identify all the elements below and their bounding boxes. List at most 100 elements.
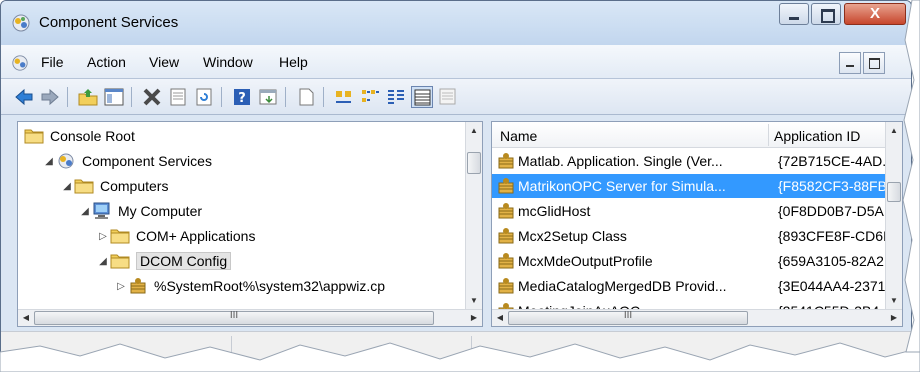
dcom-app-icon bbox=[496, 252, 514, 270]
small-icons-icon[interactable] bbox=[359, 86, 381, 108]
status-divider bbox=[471, 336, 472, 366]
list-item[interactable]: MediaCatalogMergedDB Provid... {3E044AA4-… bbox=[492, 274, 885, 298]
dcom-app-icon bbox=[496, 202, 514, 220]
console-tree-pane: Console Root ◢ Component Services ◢ Computer… bbox=[17, 121, 483, 327]
tree-item-label: Computers bbox=[100, 178, 169, 194]
list-item-name: Mcx2Setup Class bbox=[518, 228, 627, 244]
menu-action[interactable]: Action bbox=[87, 54, 126, 70]
expanded-arrow-icon[interactable]: ◢ bbox=[60, 181, 74, 192]
svg-text:?: ? bbox=[238, 91, 246, 106]
new-icon[interactable] bbox=[295, 86, 317, 108]
scroll-down-icon[interactable]: ▼ bbox=[466, 292, 482, 309]
result-list-pane: Name Application ID Matlab. Application.… bbox=[491, 121, 903, 327]
close-icon: X bbox=[869, 5, 880, 22]
refresh-icon[interactable] bbox=[193, 86, 215, 108]
list-item-application-id: {659A3105-82A2 bbox=[778, 253, 884, 269]
forward-arrow-icon[interactable] bbox=[39, 86, 61, 108]
expanded-arrow-icon[interactable]: ◢ bbox=[78, 206, 92, 217]
tree-vertical-scrollbar[interactable]: ▲ ▼ bbox=[465, 122, 482, 309]
system-menu-icon[interactable] bbox=[11, 54, 29, 72]
menu-file[interactable]: File bbox=[41, 54, 64, 70]
large-icons-icon[interactable] bbox=[333, 86, 355, 108]
column-divider[interactable] bbox=[768, 124, 769, 146]
list-item[interactable]: Mcx2Setup Class {893CFE8F-CD6I bbox=[492, 224, 885, 248]
folder-icon bbox=[74, 177, 94, 195]
scroll-thumb[interactable]: III bbox=[34, 310, 434, 325]
back-arrow-icon[interactable] bbox=[13, 86, 35, 108]
folder-icon bbox=[24, 127, 44, 145]
scroll-right-icon[interactable]: ▶ bbox=[886, 310, 902, 326]
expanded-arrow-icon[interactable]: ◢ bbox=[96, 256, 110, 267]
scroll-thumb-grip: III bbox=[623, 310, 633, 321]
tree-item-label: My Computer bbox=[118, 203, 203, 219]
column-header-name[interactable]: Name bbox=[500, 128, 537, 144]
delete-icon[interactable] bbox=[141, 86, 163, 108]
tree-item[interactable]: Console Root bbox=[24, 124, 135, 148]
scroll-up-icon[interactable]: ▲ bbox=[466, 122, 482, 139]
scroll-thumb[interactable] bbox=[467, 152, 481, 174]
collapsed-arrow-icon[interactable]: ▷ bbox=[96, 231, 110, 242]
tree-item[interactable]: ▷ COM+ Applications bbox=[96, 224, 255, 248]
column-header-application-id[interactable]: Application ID bbox=[774, 128, 860, 144]
collapsed-arrow-icon[interactable]: ▷ bbox=[114, 281, 128, 292]
scroll-right-icon[interactable]: ▶ bbox=[466, 310, 482, 326]
list-item-name: mcGlidHost bbox=[518, 203, 591, 219]
list-item-name: MediaCatalogMergedDB Provid... bbox=[518, 278, 727, 294]
detail-view-alt-icon[interactable] bbox=[437, 86, 459, 108]
tree-item-label: %SystemRoot%\system32\appwiz.cp bbox=[154, 278, 386, 294]
dcom-app-icon bbox=[496, 152, 514, 170]
list-item-application-id: {F8582CF3-88FB bbox=[778, 178, 885, 194]
tree-item[interactable]: ◢ DCOM Config bbox=[96, 249, 232, 273]
close-button[interactable]: X bbox=[844, 3, 906, 25]
status-bar bbox=[1, 331, 911, 367]
list-item-name: Matlab. Application. Single (Ver... bbox=[518, 153, 723, 169]
scroll-thumb[interactable] bbox=[887, 182, 901, 202]
expanded-arrow-icon[interactable]: ◢ bbox=[42, 156, 56, 167]
window-title: Component Services bbox=[39, 14, 179, 31]
list-item[interactable]: Matlab. Application. Single (Ver... {72B7… bbox=[492, 149, 885, 173]
mdi-restore-button[interactable] bbox=[863, 52, 885, 74]
tree-item-label: Console Root bbox=[50, 128, 135, 144]
tree-item[interactable]: ◢ Component Services bbox=[42, 149, 212, 173]
maximize-button[interactable] bbox=[811, 3, 841, 25]
scroll-thumb[interactable]: III bbox=[508, 310, 748, 325]
menu-help[interactable]: Help bbox=[279, 54, 308, 70]
minimize-button[interactable] bbox=[779, 3, 809, 25]
export-list-icon[interactable] bbox=[257, 86, 279, 108]
list-vertical-scrollbar[interactable]: ▲ ▼ bbox=[885, 122, 902, 309]
scroll-left-icon[interactable]: ◀ bbox=[492, 310, 508, 326]
toolbar-separator bbox=[67, 87, 68, 107]
tree-item[interactable]: ▷ %SystemRoot%\system32\appwiz.cp bbox=[114, 274, 385, 298]
list-item-application-id: {893CFE8F-CD6I bbox=[778, 228, 885, 244]
folder-icon bbox=[110, 227, 130, 245]
toolbar-separator bbox=[285, 87, 286, 107]
scroll-thumb-grip: III bbox=[229, 310, 239, 321]
up-folder-icon[interactable] bbox=[77, 86, 99, 108]
menu-view[interactable]: View bbox=[149, 54, 179, 70]
list-item[interactable]: McxMdeOutputProfile {659A3105-82A2 bbox=[492, 249, 885, 273]
scroll-left-icon[interactable]: ◀ bbox=[18, 310, 34, 326]
list-horizontal-scrollbar[interactable]: ◀ III ▶ bbox=[492, 309, 902, 326]
tree-horizontal-scrollbar[interactable]: ◀ III ▶ bbox=[18, 309, 482, 326]
help-icon[interactable]: ? bbox=[231, 86, 253, 108]
computer-icon bbox=[92, 202, 112, 220]
title-bar[interactable]: Component Services X bbox=[1, 1, 911, 45]
tree-item[interactable]: ◢ My Computer bbox=[78, 199, 202, 223]
mdi-minimize-button[interactable] bbox=[839, 52, 861, 74]
scroll-up-icon[interactable]: ▲ bbox=[886, 122, 902, 139]
details-view-icon[interactable] bbox=[411, 86, 433, 108]
menu-bar: File Action View Window Help bbox=[1, 45, 911, 79]
list-item-application-id: {0F8DD0B7-D5A bbox=[778, 203, 884, 219]
list-view-icon[interactable] bbox=[385, 86, 407, 108]
folder-icon bbox=[110, 252, 130, 270]
dcom-app-icon bbox=[496, 277, 514, 295]
menu-window[interactable]: Window bbox=[203, 54, 253, 70]
list-item[interactable]: MatrikonOPC Server for Simula... {F8582CF… bbox=[492, 174, 885, 198]
tree-item[interactable]: ◢ Computers bbox=[60, 174, 168, 198]
show-hide-console-tree-icon[interactable] bbox=[103, 86, 125, 108]
list-item[interactable]: mcGlidHost {0F8DD0B7-D5A bbox=[492, 199, 885, 223]
properties-icon[interactable] bbox=[167, 86, 189, 108]
toolbar-separator bbox=[221, 87, 222, 107]
scroll-down-icon[interactable]: ▼ bbox=[886, 292, 902, 309]
toolbar-separator bbox=[323, 87, 324, 107]
